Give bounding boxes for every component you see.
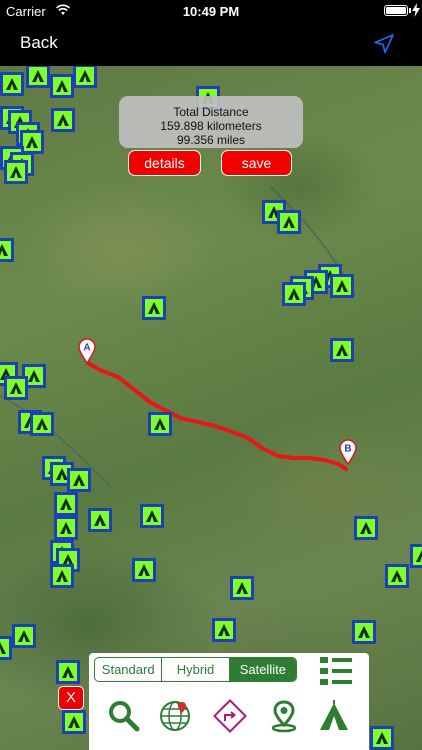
location-pin-icon[interactable] xyxy=(267,699,301,733)
campsite-badge[interactable] xyxy=(142,296,166,320)
search-icon[interactable] xyxy=(107,699,141,733)
battery-icon xyxy=(384,5,408,16)
campsite-badge[interactable] xyxy=(4,160,28,184)
tent-icon[interactable] xyxy=(317,699,351,733)
campsite-badge[interactable] xyxy=(50,564,74,588)
campsite-badge[interactable] xyxy=(67,468,91,492)
start-marker-label: A xyxy=(83,343,90,354)
charging-icon xyxy=(412,3,420,17)
campsite-badge[interactable] xyxy=(330,274,354,298)
start-marker[interactable]: A xyxy=(78,338,96,364)
campsite-badge[interactable] xyxy=(370,726,394,750)
globe-pin-icon[interactable] xyxy=(159,699,193,733)
campsite-badge[interactable] xyxy=(352,620,376,644)
close-button[interactable]: X xyxy=(58,686,84,710)
directions-icon[interactable] xyxy=(213,699,247,733)
route-line xyxy=(86,361,348,471)
clock: 10:49 PM xyxy=(182,4,240,19)
campsite-badge[interactable] xyxy=(73,66,97,88)
campsite-badge[interactable] xyxy=(277,210,301,234)
status-bar: Carrier 10:49 PM xyxy=(0,0,422,22)
end-marker-label: B xyxy=(344,444,351,455)
campsite-badge[interactable] xyxy=(140,504,164,528)
campsite-badge[interactable] xyxy=(330,338,354,362)
campsite-badge[interactable] xyxy=(51,108,75,132)
map-overlay xyxy=(0,66,422,750)
back-button[interactable]: Back xyxy=(20,33,58,53)
distance-kilometers: 159.898 kilometers xyxy=(160,119,262,133)
battery-tip xyxy=(409,8,411,13)
campsite-badge[interactable] xyxy=(148,412,172,436)
satellite-map[interactable]: A B Total Distance 159.898 kilometers 99… xyxy=(0,66,422,750)
campsite-badge[interactable] xyxy=(212,618,236,642)
campsite-badge[interactable] xyxy=(0,72,24,96)
list-icon[interactable] xyxy=(319,655,353,687)
distance-title: Total Distance xyxy=(173,105,249,119)
map-toolbar: Standard Hybrid Satellite xyxy=(89,653,369,750)
end-marker[interactable]: B xyxy=(339,439,357,465)
campsite-badge[interactable] xyxy=(230,576,254,600)
campsite-badge[interactable] xyxy=(354,516,378,540)
campsite-badge[interactable] xyxy=(385,564,409,588)
campsite-badge[interactable] xyxy=(410,544,422,568)
campsite-badge[interactable] xyxy=(54,492,78,516)
map-type-hybrid[interactable]: Hybrid xyxy=(162,658,230,681)
campsite-badge[interactable] xyxy=(12,624,36,648)
campsite-badge[interactable] xyxy=(26,66,50,88)
map-type-standard[interactable]: Standard xyxy=(95,658,163,681)
distance-panel: Total Distance 159.898 kilometers 99.356… xyxy=(119,96,303,148)
campsite-badge[interactable] xyxy=(30,412,54,436)
location-arrow-icon[interactable] xyxy=(372,32,396,56)
campsite-badge[interactable] xyxy=(50,74,74,98)
campsite-badge[interactable] xyxy=(4,376,28,400)
distance-miles: 99.356 miles xyxy=(176,133,246,147)
campsite-badge[interactable] xyxy=(0,636,12,660)
campsite-badge[interactable] xyxy=(62,710,86,734)
campsite-badge[interactable] xyxy=(56,660,80,684)
campsite-badge[interactable] xyxy=(282,282,306,306)
map-type-selector: Standard Hybrid Satellite xyxy=(94,657,297,682)
campsite-badge[interactable] xyxy=(88,508,112,532)
campsite-badge[interactable] xyxy=(0,238,14,262)
campsite-badge[interactable] xyxy=(54,516,78,540)
map-type-satellite[interactable]: Satellite xyxy=(229,658,296,681)
campsite-badge[interactable] xyxy=(132,558,156,582)
save-button[interactable]: save xyxy=(221,150,292,176)
details-button[interactable]: details xyxy=(128,150,201,176)
navigation-bar: Back xyxy=(0,22,422,66)
